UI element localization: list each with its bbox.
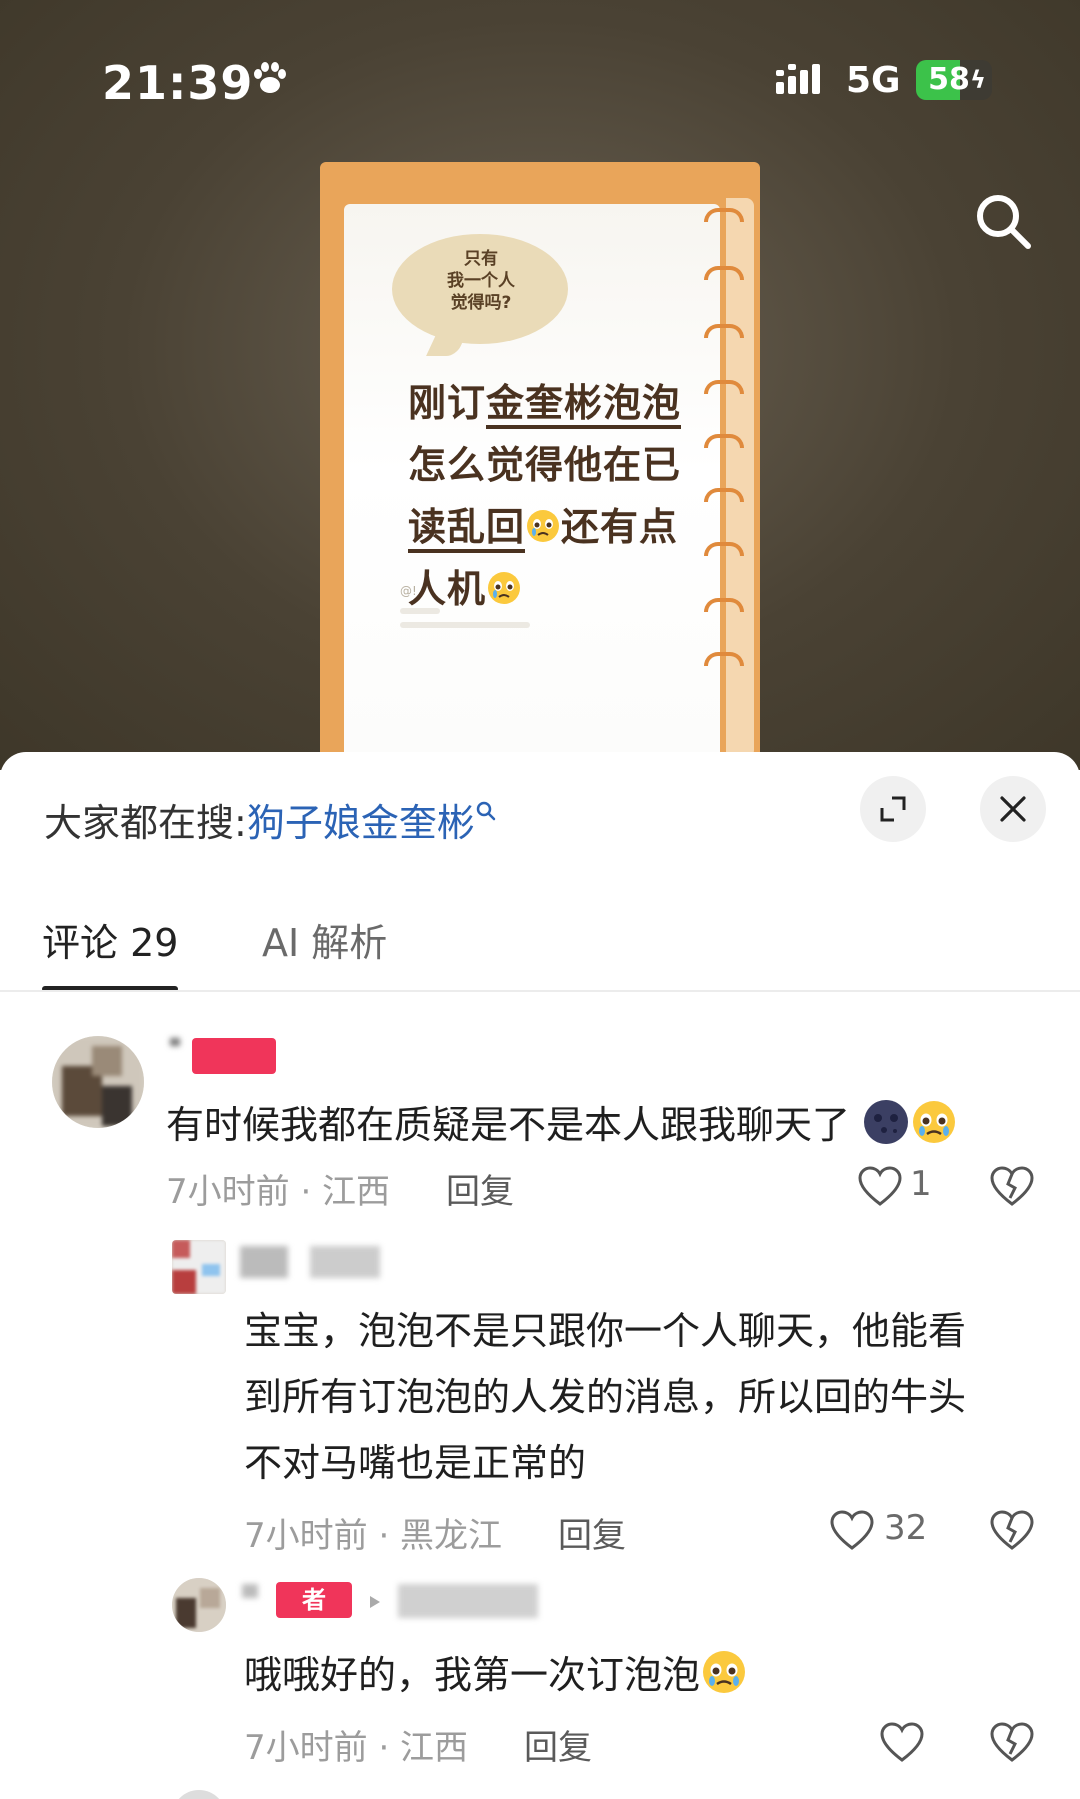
comment-line: 宝宝，泡泡不是只跟你一个人聊天，他能看 <box>244 1309 967 1353</box>
comment-meta: 7小时前 · 江西 <box>244 1728 469 1768</box>
tab-comments[interactable]: 评论 29 <box>42 912 178 967</box>
page-footer-line <box>400 608 440 614</box>
comment-sheet: 大家都在搜:狗子娘金奎彬 评论 29 AI 解析 有时候我都在质疑是不是本人跟我… <box>0 752 1080 1799</box>
page-footer-line <box>400 622 530 628</box>
page-footer-handle: @! <box>400 584 417 598</box>
binder-ring <box>704 380 744 394</box>
comment-meta: 7小时前 · 江西 <box>166 1172 391 1212</box>
avatar-image <box>172 1240 226 1294</box>
reply-target-blurred[interactable] <box>398 1584 538 1618</box>
headline-text: 刚订 <box>408 381 487 425</box>
pleading-cry-emoji <box>703 1651 746 1693</box>
binder-ring <box>704 266 744 280</box>
user-badge <box>192 1038 276 1074</box>
like-count: 1 <box>910 1164 932 1204</box>
avatar[interactable] <box>172 1240 226 1294</box>
bubble-line: 觉得吗? <box>450 293 512 313</box>
tab-ai-analysis[interactable]: AI 解析 <box>262 912 387 967</box>
comment-line: 到所有订泡泡的人发的消息，所以回的牛头 <box>244 1375 967 1419</box>
reply-button[interactable]: 回复 <box>446 1164 514 1213</box>
username-blurred[interactable] <box>240 1246 288 1278</box>
network-label: 5G <box>846 60 901 101</box>
comment-text-body: 哦哦好的，我第一次订泡泡 <box>244 1653 701 1697</box>
username-blurred[interactable] <box>170 1038 180 1046</box>
search-icon[interactable] <box>972 190 1036 254</box>
heart-icon[interactable] <box>858 1166 902 1208</box>
author-badge: 者 <box>276 1582 352 1618</box>
notebook-card: 只有 我一个人 觉得吗? 刚订金奎彬泡泡 怎么觉得他在已 读乱回 还有点 人机 @… <box>320 162 760 770</box>
comment-text: 宝宝，泡泡不是只跟你一个人聊天，他能看 到所有订泡泡的人发的消息，所以回的牛头 … <box>244 1298 1044 1496</box>
avatar[interactable] <box>52 1036 144 1128</box>
trending-prefix: 大家都在搜: <box>44 801 247 845</box>
pleading-cry-emoji <box>488 572 521 604</box>
pleading-cry-emoji <box>913 1101 956 1143</box>
expand-icon <box>880 796 906 822</box>
expand-button[interactable] <box>860 776 926 842</box>
bubble-text: 只有 我一个人 觉得吗? <box>416 248 546 314</box>
avatar-image <box>172 1578 226 1632</box>
trending-query-link[interactable]: 狗子娘金奎彬 <box>247 801 475 845</box>
bubble-line: 只有 <box>464 249 498 269</box>
search-icon <box>476 801 496 821</box>
username-blurred[interactable] <box>310 1246 380 1278</box>
tabs-divider <box>0 990 1080 992</box>
status-time: 21:39 <box>102 56 254 110</box>
headline-underlined: 读乱回 <box>408 505 526 553</box>
avatar[interactable] <box>172 1790 226 1799</box>
heart-icon[interactable] <box>830 1510 874 1552</box>
binder-ring <box>704 208 744 222</box>
close-button[interactable] <box>980 776 1046 842</box>
bubble-line: 我一个人 <box>447 271 515 291</box>
broken-heart-icon[interactable] <box>990 1510 1034 1552</box>
comment-text-body: 有时候我都在质疑是不是本人跟我聊天了 <box>166 1103 851 1147</box>
binder-ring <box>704 598 744 612</box>
reply-arrow-icon <box>370 1596 380 1608</box>
notebook-page: 只有 我一个人 觉得吗? 刚订金奎彬泡泡 怎么觉得他在已 读乱回 还有点 人机 @… <box>344 204 720 770</box>
username-blurred[interactable] <box>242 1584 258 1598</box>
broken-heart-icon[interactable] <box>990 1166 1034 1208</box>
reply-button[interactable]: 回复 <box>558 1508 626 1557</box>
close-icon <box>1000 796 1026 822</box>
headline-text: 怎么觉得他在已 <box>408 443 682 487</box>
paw-icon <box>254 62 286 93</box>
headline-underlined: 金奎彬泡泡 <box>486 381 682 429</box>
like-count: 32 <box>884 1508 928 1548</box>
moon-face-emoji <box>864 1100 909 1144</box>
reply-button[interactable]: 回复 <box>524 1720 592 1769</box>
battery-indicator: 58 ϟ <box>916 60 992 100</box>
binder-ring <box>704 434 744 448</box>
comment-meta: 7小时前 · 黑龙江 <box>244 1516 503 1556</box>
post-media[interactable]: 21:39 5G 58 ϟ 只有 我一个人 觉得吗? 刚订金奎彬泡泡 怎么觉得他… <box>0 0 1080 770</box>
comment-line: 不对马嘴也是正常的 <box>244 1441 587 1485</box>
comment-text: 哦哦好的，我第一次订泡泡 <box>244 1642 748 1708</box>
trending-search[interactable]: 大家都在搜:狗子娘金奎彬 <box>44 792 497 847</box>
signal-icon <box>776 64 820 94</box>
avatar[interactable] <box>172 1578 226 1632</box>
headline-text: 人机 <box>408 567 487 611</box>
heart-icon[interactable] <box>880 1722 924 1764</box>
post-headline: 刚订金奎彬泡泡 怎么觉得他在已 读乱回 还有点 人机 <box>408 372 728 620</box>
binder-ring <box>704 652 744 666</box>
binder-ring <box>704 324 744 338</box>
avatar-image <box>52 1036 144 1128</box>
page-edge <box>726 198 754 758</box>
pleading-cry-emoji <box>527 510 560 542</box>
charging-bolt-icon: ϟ <box>970 66 986 94</box>
headline-text: 还有点 <box>561 505 679 549</box>
binder-ring <box>704 542 744 556</box>
comment-text: 有时候我都在质疑是不是本人跟我聊天了 <box>166 1092 958 1158</box>
broken-heart-icon[interactable] <box>990 1722 1034 1764</box>
binder-ring <box>704 488 744 502</box>
